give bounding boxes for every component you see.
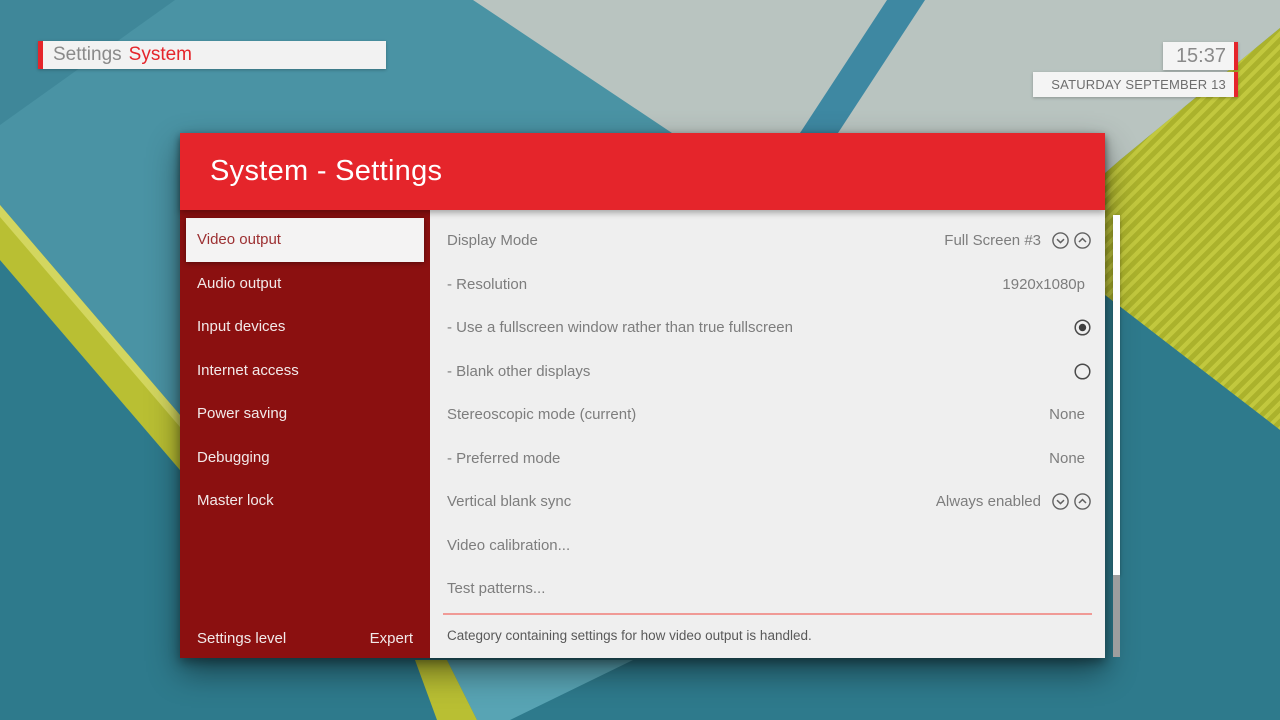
settings-dialog: System - Settings Video outputAudio outp… — [180, 133, 1105, 658]
setting-value: Always enabled — [936, 493, 1041, 510]
dialog-header: System - Settings — [180, 133, 1105, 210]
setting-row[interactable]: - Preferred modeNone — [430, 437, 1105, 481]
settings-level-row[interactable]: Settings level Expert — [180, 630, 430, 647]
date-text: SATURDAY SEPTEMBER 13 — [1051, 77, 1226, 92]
setting-label: Display Mode — [447, 232, 944, 249]
settings-level-value: Expert — [370, 630, 413, 647]
setting-label: - Blank other displays — [447, 363, 1073, 380]
setting-row[interactable]: Video calibration... — [430, 524, 1105, 568]
desktop-background: Settings System 15:37 SATURDAY SEPTEMBER… — [0, 0, 1280, 720]
sidebar-item-audio-output[interactable]: Audio output — [180, 262, 430, 306]
setting-description: Category containing settings for how vid… — [430, 615, 1105, 643]
spinner-down-icon[interactable] — [1051, 231, 1070, 250]
setting-value: 1920x1080p — [1002, 276, 1085, 293]
spinner-up-icon[interactable] — [1073, 231, 1092, 250]
setting-row[interactable]: Vertical blank syncAlways enabled — [430, 480, 1105, 524]
clock: 15:37 — [1163, 42, 1238, 70]
scrollbar-track[interactable] — [1113, 575, 1120, 657]
sidebar-item-debugging[interactable]: Debugging — [180, 436, 430, 480]
setting-row[interactable]: Display ModeFull Screen #3 — [430, 219, 1105, 263]
spinner-up-icon[interactable] — [1073, 492, 1092, 511]
setting-row[interactable]: Stereoscopic mode (current)None — [430, 393, 1105, 437]
setting-value: None — [1049, 406, 1085, 423]
setting-value: None — [1049, 450, 1085, 467]
settings-panel: Display ModeFull Screen #3- Resolution19… — [430, 210, 1105, 658]
scrollbar-thumb[interactable] — [1113, 215, 1120, 575]
setting-label: Video calibration... — [447, 537, 1092, 554]
setting-row[interactable]: - Resolution1920x1080p — [430, 263, 1105, 307]
sidebar-item-power-saving[interactable]: Power saving — [180, 392, 430, 436]
setting-value: Full Screen #3 — [944, 232, 1041, 249]
breadcrumb: Settings System — [38, 41, 386, 69]
radio-on-icon[interactable] — [1073, 318, 1092, 337]
setting-label: Vertical blank sync — [447, 493, 936, 510]
clock-time: 15:37 — [1176, 45, 1226, 68]
setting-row[interactable]: - Use a fullscreen window rather than tr… — [430, 306, 1105, 350]
radio-off-icon[interactable] — [1073, 362, 1092, 381]
sidebar-item-input-devices[interactable]: Input devices — [180, 305, 430, 349]
setting-label: - Use a fullscreen window rather than tr… — [447, 319, 1073, 336]
settings-level-label: Settings level — [197, 630, 286, 647]
sidebar-item-internet-access[interactable]: Internet access — [180, 349, 430, 393]
dialog-title: System - Settings — [210, 155, 442, 188]
setting-label: - Preferred mode — [447, 450, 1049, 467]
sidebar-item-master-lock[interactable]: Master lock — [180, 479, 430, 523]
date: SATURDAY SEPTEMBER 13 — [1033, 72, 1238, 97]
sidebar-item-video-output[interactable]: Video output — [186, 218, 424, 262]
breadcrumb-page: System — [129, 44, 192, 66]
setting-row[interactable]: Test patterns... — [430, 567, 1105, 611]
setting-row[interactable]: - Blank other displays — [430, 350, 1105, 394]
setting-label: Test patterns... — [447, 580, 1092, 597]
spinner-down-icon[interactable] — [1051, 492, 1070, 511]
setting-label: - Resolution — [447, 276, 1002, 293]
category-sidebar: Video outputAudio outputInput devicesInt… — [180, 210, 430, 658]
setting-label: Stereoscopic mode (current) — [447, 406, 1049, 423]
dialog-body: Video outputAudio outputInput devicesInt… — [180, 210, 1105, 658]
breadcrumb-section: Settings — [53, 44, 122, 66]
